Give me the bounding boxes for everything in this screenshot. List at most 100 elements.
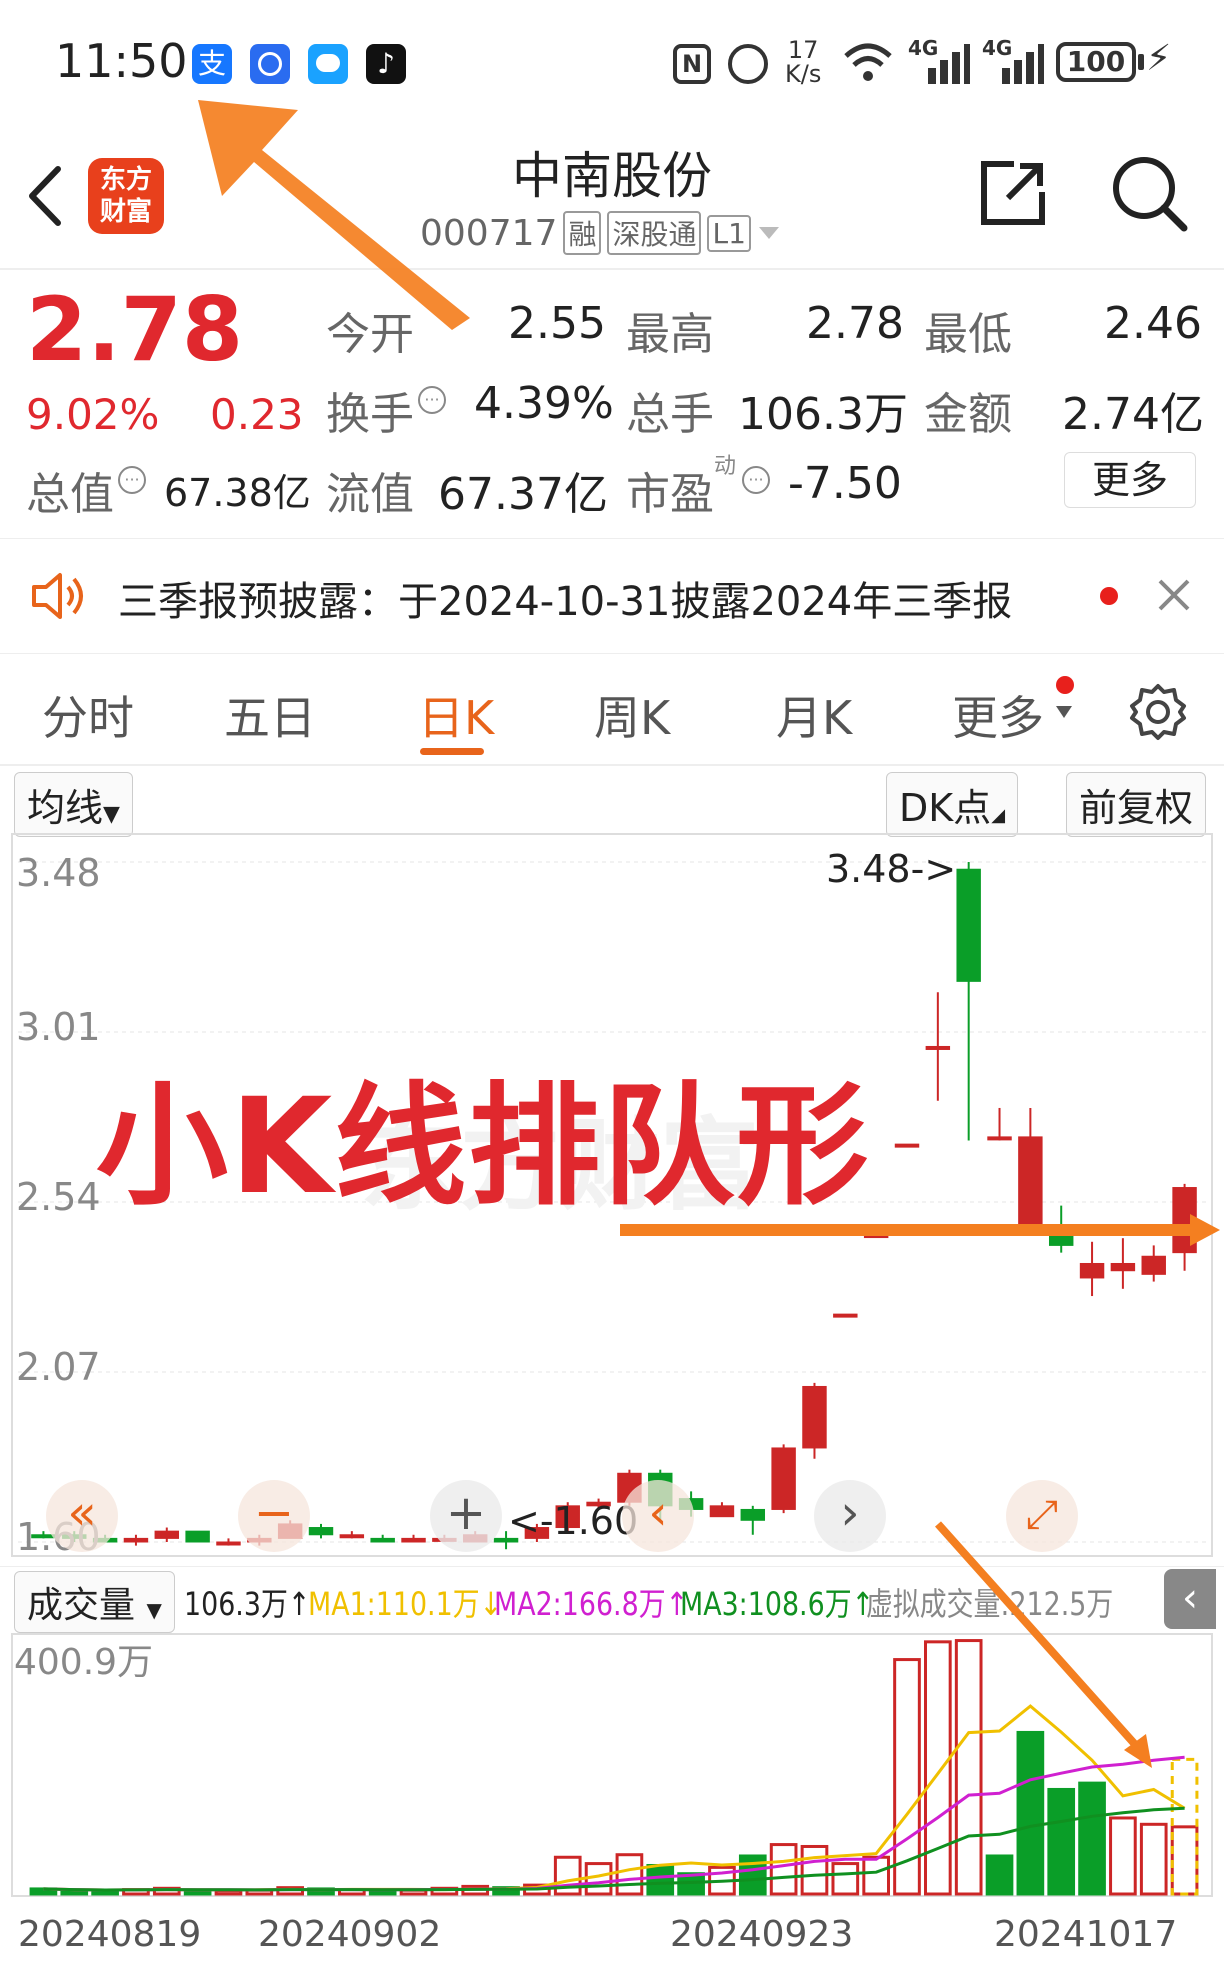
candle-body [709,1505,735,1518]
candle-body [401,1537,426,1543]
tab-more[interactable]: 更多 [952,682,1044,748]
amount-value: 2.74亿 [1062,389,1204,440]
volume-ma-lines [43,1704,1186,1892]
volume-value: 106.3万↑ [184,1585,311,1623]
info-icon[interactable]: ··· [742,466,770,494]
quote-panel: 2.78 9.02% 0.23 今开 2.55 最高 2.78 最低 2.46 … [0,270,1224,538]
x-tick-label: 20240923 [670,1914,853,1955]
browser-icon [250,44,290,84]
turnover-value: 4.39% [474,378,614,429]
candle-body [802,1385,827,1449]
overlay-title: 小K线排队形 [96,1070,871,1224]
notice-bar[interactable]: 三季报预披露：于2024-10-31披露2024年三季报 [0,538,1224,654]
volume-label: 总手 [626,389,714,440]
alipay-icon: 支 [192,44,232,84]
chevron-down-icon: ▼ [146,1598,162,1622]
pe-label: 市盈 [626,469,714,520]
zoom-in-icon[interactable]: + [430,1480,502,1552]
badge-margin: 融 [563,211,602,255]
candle-body [370,1537,395,1543]
ma2-line [43,1755,1185,1892]
candle-body [1048,1234,1074,1246]
volume-value: 106.3万 [738,389,908,440]
share-icon[interactable] [978,158,1048,228]
mktcap-label: 总值 [26,469,114,520]
chart-toolbar: 均线▼ DK点◢ 前复权 [0,766,1224,837]
speaker-icon [32,573,83,619]
signal-icon-2: 4G [982,36,1044,84]
clock: 11:50 [55,34,188,88]
x-tick-label: 20240902 [258,1914,441,1955]
y-ticks: 3.483.012.542.071.60 [16,851,101,1559]
open-value: 2.55 [508,298,606,349]
collapse-panel-icon[interactable]: ‹ [1164,1569,1216,1629]
volume-bars [29,1639,1199,1896]
volume-chart[interactable]: 400.9万 20240819 20240902 20240923 20241017 [0,1632,1224,1975]
float-value: 67.37亿 [438,469,608,520]
y-tick-label: 3.48 [16,851,101,895]
volume-bar [1170,1825,1199,1896]
y-tick-label: 2.54 [16,1175,101,1219]
close-icon[interactable] [1156,577,1192,613]
volume-bar [1047,1787,1076,1896]
candle-body [894,1143,920,1148]
info-icon[interactable]: ··· [418,386,446,414]
candle-body [771,1447,796,1510]
rewind-icon[interactable]: « [46,1480,118,1552]
adjust-button[interactable]: 前复权 [1066,772,1207,837]
wifi-icon [844,43,892,81]
volume-bar [368,1889,397,1896]
candle-body [308,1527,334,1536]
candle-body [339,1534,365,1539]
candle-body [987,1136,1012,1141]
candle-body [1079,1262,1105,1279]
amount-label: 金额 [924,389,1012,440]
change-pct: 9.02% [26,390,160,439]
message-icon [308,44,348,84]
volume-bar [831,1862,860,1896]
candle-body [863,1234,889,1239]
volume-bar [1109,1816,1137,1896]
x-tick-label: 20240819 [18,1914,201,1955]
tab-weekly-k[interactable]: 周K [594,682,670,748]
badge-connect: 深股通 [607,211,702,255]
tab-daily-k[interactable]: 日K [418,682,494,748]
corner-triangle-icon: ◢ [991,805,1006,826]
fullscreen-icon[interactable]: ⤢ [1006,1480,1078,1552]
volume-indicator-button[interactable]: 成交量 ▼ [14,1571,175,1633]
search-icon[interactable] [1110,154,1190,234]
ma3-value: MA3:108.6万↑ [680,1585,875,1623]
scroll-right-icon[interactable]: › [814,1480,886,1552]
volume-bar [1016,1730,1045,1896]
volume-header: 成交量 ▼ 106.3万↑ MA1:110.1万↓ MA2:166.8万↑ MA… [0,1566,1224,1633]
volume-bar [954,1639,983,1896]
ma-button[interactable]: 均线▼ [14,772,133,837]
change-amt: 0.23 [210,390,304,439]
gear-icon[interactable] [1128,682,1188,742]
tab-five-day[interactable]: 五日 [224,682,316,748]
candle-body [123,1537,149,1543]
candle-body [1018,1136,1043,1236]
chevron-down-icon [1056,706,1072,718]
tab-indicator [420,748,484,755]
more-button[interactable]: 更多 [1064,452,1196,508]
unread-dot [1056,676,1074,694]
nfc-icon: N [673,44,711,84]
dk-button[interactable]: DK点◢ [886,772,1019,837]
stock-code-row[interactable]: 000717 融 深股通 L1 [420,210,781,256]
volume-bar [615,1853,644,1896]
volume-bar [646,1863,675,1896]
volume-bar [985,1854,1014,1896]
candle-body [185,1530,210,1543]
candle-body [956,868,981,982]
volume-bar [1139,1822,1168,1896]
tiktok-icon: ♪ [366,44,406,84]
info-icon[interactable]: ··· [118,466,146,494]
tab-monthly-k[interactable]: 月K [776,682,852,748]
scroll-left-icon[interactable]: ‹ [622,1480,694,1552]
zoom-out-icon[interactable]: − [238,1480,310,1552]
tab-intraday[interactable]: 分时 [42,682,134,748]
open-label: 今开 [326,309,414,360]
candle-body [833,1313,858,1318]
candle-body [216,1541,241,1546]
